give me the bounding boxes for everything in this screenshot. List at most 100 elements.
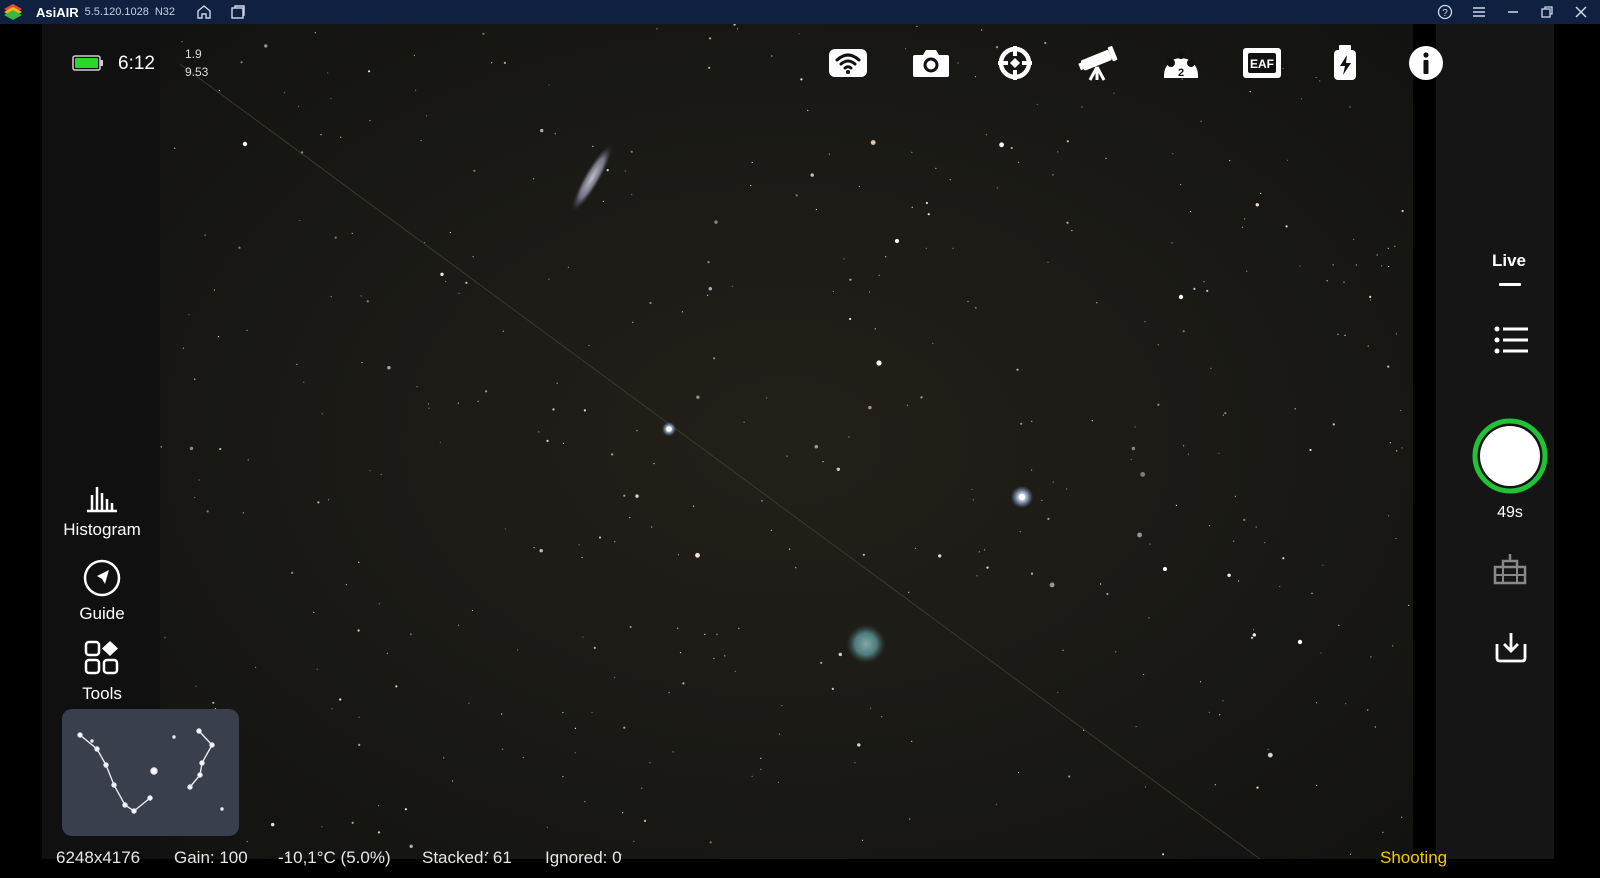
star: [731, 285, 733, 287]
star: [1367, 345, 1369, 347]
stack-button[interactable]: [1492, 551, 1528, 590]
star: [631, 194, 633, 196]
star: [477, 400, 479, 402]
home-icon[interactable]: [193, 1, 215, 23]
status-value-top: 1.9: [185, 47, 202, 61]
star: [972, 499, 974, 501]
star: [632, 321, 634, 323]
star: [1066, 488, 1068, 490]
star: [195, 685, 197, 687]
star: [920, 396, 923, 399]
star: [858, 185, 861, 188]
star: [1267, 752, 1273, 758]
star: [1052, 174, 1054, 176]
star: [1252, 633, 1257, 637]
histogram-button[interactable]: Histogram: [52, 483, 152, 540]
sky-minimap[interactable]: [62, 709, 239, 836]
power-icon[interactable]: [1324, 44, 1366, 82]
shutter-button[interactable]: [1472, 418, 1548, 494]
star: [213, 289, 215, 291]
star: [1311, 592, 1313, 594]
star: [1338, 624, 1340, 626]
sky-image[interactable]: [160, 24, 1413, 859]
star: [795, 194, 798, 197]
star: [562, 711, 564, 714]
star: [668, 692, 670, 694]
guide-scope-icon[interactable]: [994, 44, 1036, 82]
telescope-icon[interactable]: [1077, 44, 1119, 82]
live-mode-tab[interactable]: Live: [1488, 251, 1530, 271]
star: [1099, 583, 1102, 585]
star: [291, 571, 294, 575]
star: [552, 408, 555, 411]
download-button[interactable]: [1493, 630, 1529, 669]
restore-icon[interactable]: [1536, 1, 1558, 23]
filter-wheel-icon[interactable]: 2: [1160, 44, 1202, 82]
star: [1044, 41, 1047, 45]
multi-window-icon[interactable]: [227, 1, 249, 23]
guide-button[interactable]: Guide: [52, 559, 152, 624]
star: [848, 436, 850, 438]
tools-button[interactable]: Tools: [52, 639, 152, 704]
left-letterbox: [0, 24, 42, 878]
camera-icon[interactable]: [910, 44, 952, 82]
star: [361, 361, 363, 364]
star: [1316, 784, 1318, 786]
star: [440, 272, 444, 276]
star: [415, 89, 417, 91]
info-icon[interactable]: [1405, 44, 1447, 82]
minimize-icon[interactable]: [1502, 1, 1524, 23]
compass-icon: [83, 559, 121, 597]
eaf-focuser-icon[interactable]: EAF: [1241, 44, 1283, 82]
star: [832, 290, 835, 293]
menu-icon[interactable]: [1468, 1, 1490, 23]
star: [321, 413, 323, 415]
tools-grid-icon: [84, 640, 119, 675]
star: [592, 145, 594, 147]
star: [1106, 592, 1109, 596]
star: [330, 97, 332, 99]
star: [788, 548, 791, 550]
star: [345, 584, 347, 586]
star: [1113, 92, 1115, 94]
star: [870, 707, 872, 709]
star: [204, 234, 206, 236]
star: [1203, 281, 1205, 283]
star: [1227, 573, 1231, 577]
star: [574, 752, 576, 754]
star: [708, 66, 711, 69]
wifi-icon[interactable]: [827, 44, 869, 82]
star: [857, 743, 861, 747]
star: [911, 740, 913, 742]
app-arch: N32: [154, 6, 176, 18]
star: [976, 575, 978, 577]
star: [1218, 452, 1220, 454]
star: [1062, 649, 1064, 651]
list-menu-button[interactable]: [1494, 325, 1530, 360]
star: [750, 184, 752, 187]
star: [1320, 652, 1322, 654]
star: [862, 553, 865, 556]
star: [996, 187, 998, 189]
star: [1081, 106, 1083, 108]
star: [679, 652, 682, 654]
star: [938, 554, 942, 558]
star: [861, 839, 864, 841]
filter-slot-number: 2: [1178, 67, 1184, 79]
star: [1068, 775, 1071, 778]
star: [539, 549, 543, 553]
bright-star: [1163, 567, 1167, 571]
star: [822, 461, 824, 463]
star: [1238, 580, 1240, 582]
star: [952, 247, 954, 249]
star: [562, 776, 564, 778]
star: [649, 762, 651, 764]
star: [189, 446, 194, 451]
star: [327, 499, 330, 501]
help-icon[interactable]: ?: [1434, 1, 1456, 23]
close-icon[interactable]: [1570, 1, 1592, 23]
star: [1376, 254, 1378, 256]
star: [870, 140, 876, 145]
star: [593, 646, 596, 650]
star: [1052, 481, 1054, 483]
